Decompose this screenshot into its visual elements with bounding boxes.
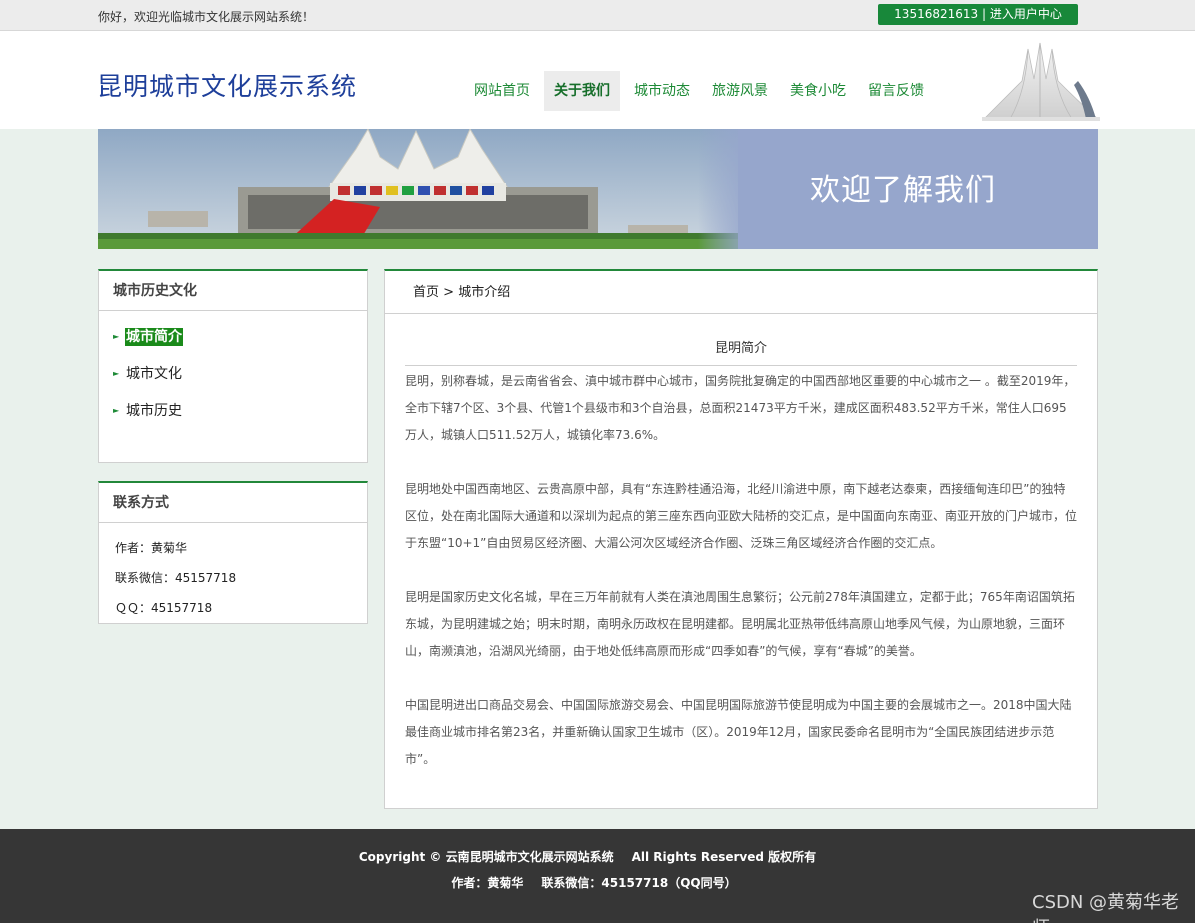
history-panel: 城市历史文化 ► 城市简介 ► 城市文化 ► 城市历史 [98, 269, 368, 463]
convention-center-logo-icon [982, 42, 1100, 121]
contact-panel-title: 联系方式 [99, 483, 367, 523]
contact-panel: 联系方式 作者：黄菊华 联系微信：45157718 ＱＱ：45157718 [98, 481, 368, 624]
breadcrumb: 首页 > 城市介绍 [385, 271, 1097, 314]
article-paragraph: 昆明是国家历史文化名城，早在三万年前就有人类在滇池周围生息繁衍；公元前278年滇… [405, 590, 1075, 658]
footer: Copyright © 云南昆明城市文化展示网站系统 All Rights Res… [0, 829, 1195, 923]
footer-wechat: 联系微信：45157718（QQ同号） [541, 876, 737, 890]
triangle-right-icon: ► [113, 332, 120, 341]
sidebar-item-city-intro[interactable]: ► 城市简介 [113, 328, 367, 365]
top-bar: 你好，欢迎光临城市文化展示网站系统！ 13516821613 | 进入用户中心 [0, 0, 1195, 31]
welcome-text: 你好，欢迎光临城市文化展示网站系统！ [98, 10, 315, 24]
nav-item-food[interactable]: 美食小吃 [782, 71, 854, 111]
contact-author: 作者：黄菊华 [115, 541, 188, 555]
breadcrumb-home[interactable]: 首页 [413, 285, 439, 300]
watermark: CSDN @黄菊华老师 [1032, 892, 1180, 923]
breadcrumb-current: 城市介绍 [458, 285, 511, 300]
history-list: ► 城市简介 ► 城市文化 ► 城市历史 [99, 311, 367, 439]
footer-copyright-line: Copyright © 云南昆明城市文化展示网站系统 All Rights Res… [0, 848, 1175, 865]
triangle-right-icon: ► [113, 369, 120, 378]
contact-wechat: 联系微信：45157718 [115, 571, 237, 585]
article-divider [405, 365, 1077, 366]
nav-item-feedback[interactable]: 留言反馈 [860, 71, 932, 111]
banner-title: 欢迎了解我们 [810, 173, 996, 208]
triangle-right-icon: ► [113, 406, 120, 415]
article-paragraph: 昆明，别称春城，是云南省省会、滇中城市群中心城市，国务院批复确定的中国西部地区重… [405, 374, 1076, 442]
sidebar-item-city-culture[interactable]: ► 城市文化 [113, 365, 367, 402]
footer-rights: All Rights Reserved 版权所有 [631, 850, 817, 864]
sidebar-item-label: 城市文化 [126, 366, 182, 382]
header: 昆明城市文化展示系统 网站首页 关于我们 城市动态 旅游风景 美食小吃 留言反馈 [0, 31, 1195, 129]
article-title: 昆明简介 [714, 341, 767, 356]
contact-body: 作者：黄菊华 联系微信：45157718 ＱＱ：45157718 [99, 523, 367, 629]
site-title[interactable]: 昆明城市文化展示系统 [97, 67, 357, 103]
sidebar-item-city-history[interactable]: ► 城市历史 [113, 402, 367, 439]
footer-contact-line: 作者：黄菊华 联系微信：45157718（QQ同号） [0, 874, 1188, 891]
main-nav: 网站首页 关于我们 城市动态 旅游风景 美食小吃 留言反馈 [466, 71, 938, 111]
sidebar-item-label: 城市简介 [125, 328, 183, 346]
history-panel-title: 城市历史文化 [99, 271, 367, 311]
main-panel: 首页 > 城市介绍 昆明简介 昆明，别称春城，是云南省省会、滇中城市群中心城市，… [384, 269, 1098, 809]
nav-item-home[interactable]: 网站首页 [466, 71, 538, 111]
nav-item-scenery[interactable]: 旅游风景 [704, 71, 776, 111]
article-paragraph: 中国昆明进出口商品交易会、中国国际旅游交易会、中国昆明国际旅游节使昆明成为中国主… [405, 698, 1072, 766]
sidebar-item-label: 城市历史 [126, 403, 182, 419]
footer-author: 作者：黄菊华 [451, 876, 524, 890]
nav-item-about[interactable]: 关于我们 [544, 71, 620, 111]
user-center-button[interactable]: 13516821613 | 进入用户中心 [878, 4, 1078, 25]
article-paragraph: 昆明地处中国西南地区、云贵高原中部，具有“东连黔桂通沿海，北经川渝进中原，南下越… [405, 482, 1078, 550]
nav-item-news[interactable]: 城市动态 [626, 71, 698, 111]
breadcrumb-separator: > [443, 285, 455, 300]
article-body: 昆明，别称春城，是云南省省会、滇中城市群中心城市，国务院批复确定的中国西部地区重… [405, 368, 1077, 800]
banner: 欢迎了解我们 [98, 129, 1098, 249]
contact-qq: ＱＱ：45157718 [115, 601, 213, 615]
footer-copyright: Copyright © 云南昆明城市文化展示网站系统 [358, 850, 614, 864]
